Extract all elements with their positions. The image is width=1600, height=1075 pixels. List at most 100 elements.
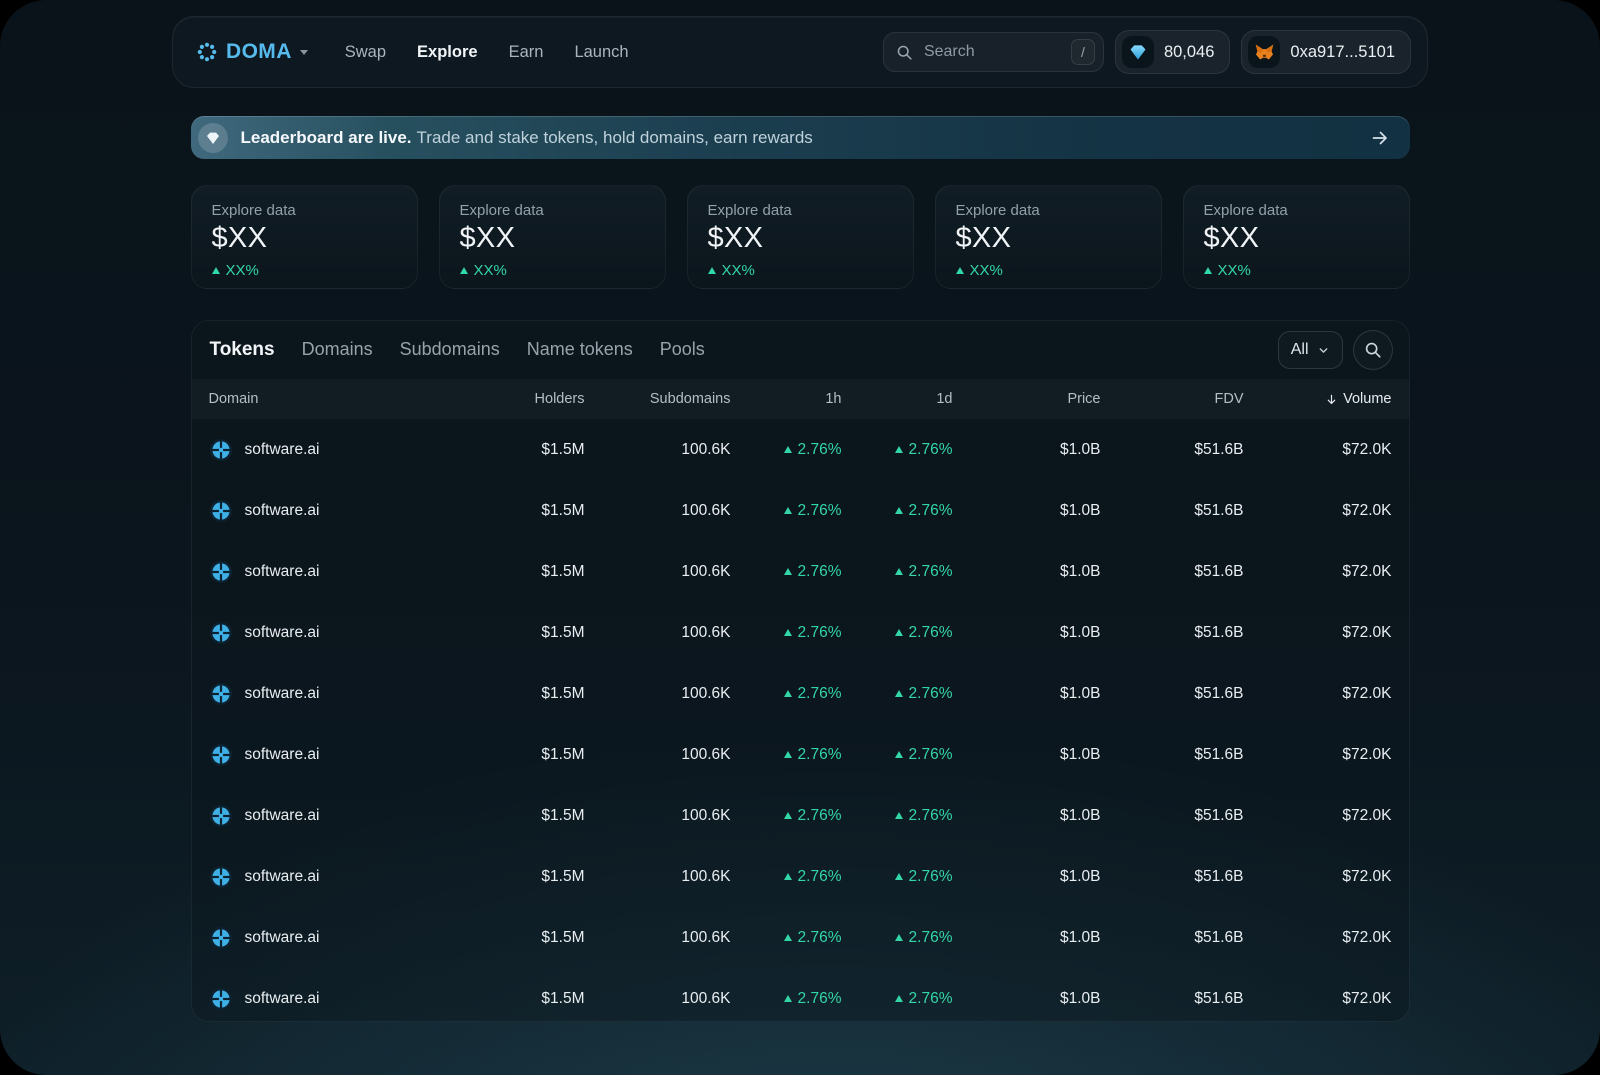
search-input[interactable]: [921, 42, 1062, 62]
holders-cell: $1.5M: [541, 928, 585, 946]
column-header[interactable]: Subdomains: [585, 391, 731, 407]
table-row[interactable]: software.ai $1.5M 100.6K 2.76% 2.76% $1.…: [192, 907, 1409, 968]
table-row[interactable]: software.ai $1.5M 100.6K 2.76% 2.76% $1.…: [192, 968, 1409, 1021]
stat-label: Explore data: [211, 202, 296, 219]
explorer-tabs: Tokens Domains Subdomains Name tokens Pools: [210, 339, 705, 361]
domain-cell: software.ai: [209, 987, 455, 1011]
domain-name: software.ai: [244, 806, 320, 824]
search-box[interactable]: /: [882, 32, 1104, 72]
fdv-cell: $51.6B: [1194, 684, 1244, 702]
stat-value: $XX: [211, 222, 268, 254]
triangle-up-icon: [894, 873, 903, 880]
triangle-up-icon: [894, 568, 903, 575]
arrow-right-icon[interactable]: [1370, 128, 1390, 148]
token-icon: [209, 438, 232, 461]
stat-card: Explore data $XX XX%: [190, 185, 418, 289]
token-icon: [209, 621, 232, 644]
change-1h-cell: 2.76%: [731, 746, 842, 764]
table-row[interactable]: software.ai $1.5M 100.6K 2.76% 2.76% $1.…: [192, 785, 1409, 846]
table-row[interactable]: software.ai $1.5M 100.6K 2.76% 2.76% $1.…: [192, 724, 1409, 785]
column-header[interactable]: Holders: [455, 391, 585, 407]
holders-cell: $1.5M: [541, 501, 585, 519]
stat-change: XX%: [211, 262, 397, 279]
volume-cell: $72.0K: [1342, 989, 1392, 1007]
table-row[interactable]: software.ai $1.5M 100.6K 2.76% 2.76% $1.…: [192, 419, 1409, 480]
domain-name: software.ai: [244, 501, 320, 519]
nav-item[interactable]: Swap: [345, 43, 386, 62]
wallet-pill[interactable]: 0xa917...5101: [1241, 30, 1411, 74]
change-1d-cell: 2.76%: [842, 563, 953, 581]
holders-cell: $1.5M: [541, 806, 585, 824]
nav-item[interactable]: Explore: [417, 43, 478, 62]
volume-cell: $72.0K: [1342, 501, 1392, 519]
fdv-cell: $51.6B: [1194, 806, 1244, 824]
brand-menu[interactable]: DOMA: [195, 40, 309, 64]
holders-cell: $1.5M: [541, 867, 585, 885]
stat-label: Explore data: [707, 202, 792, 219]
domain-name: software.ai: [244, 989, 320, 1007]
token-icon: [209, 499, 232, 522]
change-1h-cell: 2.76%: [731, 441, 842, 459]
change-1h-cell: 2.76%: [731, 624, 842, 642]
nav-item[interactable]: Earn: [509, 43, 544, 62]
leaderboard-banner[interactable]: Leaderboard are live. Trade and stake tok…: [190, 116, 1410, 159]
domain-cell: software.ai: [209, 438, 455, 462]
holders-cell: $1.5M: [541, 623, 585, 641]
nav-item[interactable]: Launch: [574, 43, 628, 62]
triangle-up-icon: [1203, 267, 1212, 274]
price-cell: $1.0B: [1059, 501, 1101, 519]
holders-cell: $1.5M: [541, 989, 585, 1007]
domain-cell: software.ai: [209, 621, 455, 645]
token-balance-pill[interactable]: 80,046: [1114, 30, 1231, 74]
table-row[interactable]: software.ai $1.5M 100.6K 2.76% 2.76% $1.…: [192, 663, 1409, 724]
explorer-tab[interactable]: Subdomains: [400, 339, 500, 360]
triangle-up-icon: [783, 507, 792, 514]
table-search-button[interactable]: [1352, 330, 1393, 370]
triangle-up-icon: [955, 267, 964, 274]
triangle-up-icon: [707, 267, 716, 274]
stat-value: $XX: [707, 222, 764, 254]
domain-cell: software.ai: [209, 865, 455, 889]
fdv-cell: $51.6B: [1194, 501, 1244, 519]
token-icon: [209, 743, 232, 766]
fdv-cell: $51.6B: [1194, 623, 1244, 641]
token-balance-value: 80,046: [1163, 42, 1215, 61]
explorer-tab[interactable]: Domains: [302, 339, 373, 360]
column-header[interactable]: Price: [953, 391, 1100, 407]
volume-cell: $72.0K: [1342, 623, 1392, 641]
column-header[interactable]: 1d: [842, 391, 952, 407]
domain-name: software.ai: [244, 623, 320, 641]
explorer-tab[interactable]: Tokens: [210, 339, 275, 361]
stat-label: Explore data: [1203, 202, 1288, 219]
column-header[interactable]: Domain: [209, 391, 455, 407]
explorer-tab[interactable]: Pools: [660, 339, 705, 360]
table-body: software.ai $1.5M 100.6K 2.76% 2.76% $1.…: [192, 419, 1409, 1021]
filter-dropdown[interactable]: All: [1277, 331, 1343, 369]
column-header[interactable]: Volume: [1244, 391, 1392, 407]
volume-cell: $72.0K: [1342, 684, 1392, 702]
chevron-down-icon: [1319, 347, 1327, 353]
nav-links: Swap Explore Earn Launch: [345, 43, 629, 62]
stat-cards: Explore data $XX XX% Explore data $XX XX…: [190, 185, 1410, 289]
column-header[interactable]: FDV: [1101, 391, 1244, 407]
volume-cell: $72.0K: [1342, 928, 1392, 946]
token-icon: [209, 560, 232, 583]
table-row[interactable]: software.ai $1.5M 100.6K 2.76% 2.76% $1.…: [192, 602, 1409, 663]
stat-card: Explore data $XX XX%: [1182, 185, 1410, 289]
triangle-up-icon: [894, 629, 903, 636]
domain-name: software.ai: [244, 745, 320, 763]
domain-cell: software.ai: [209, 804, 455, 828]
table-row[interactable]: software.ai $1.5M 100.6K 2.76% 2.76% $1.…: [192, 480, 1409, 541]
explorer-tab[interactable]: Name tokens: [527, 339, 633, 360]
table-row[interactable]: software.ai $1.5M 100.6K 2.76% 2.76% $1.…: [192, 541, 1409, 602]
domain-name: software.ai: [244, 440, 320, 458]
triangle-up-icon: [894, 690, 903, 697]
column-header[interactable]: 1h: [731, 391, 841, 407]
table-row[interactable]: software.ai $1.5M 100.6K 2.76% 2.76% $1.…: [192, 846, 1409, 907]
triangle-up-icon: [783, 934, 792, 941]
domain-cell: software.ai: [209, 560, 455, 584]
sort-desc-icon: [1325, 393, 1338, 406]
holders-cell: $1.5M: [541, 440, 585, 458]
domain-name: software.ai: [244, 867, 320, 885]
stat-card: Explore data $XX XX%: [438, 185, 666, 289]
